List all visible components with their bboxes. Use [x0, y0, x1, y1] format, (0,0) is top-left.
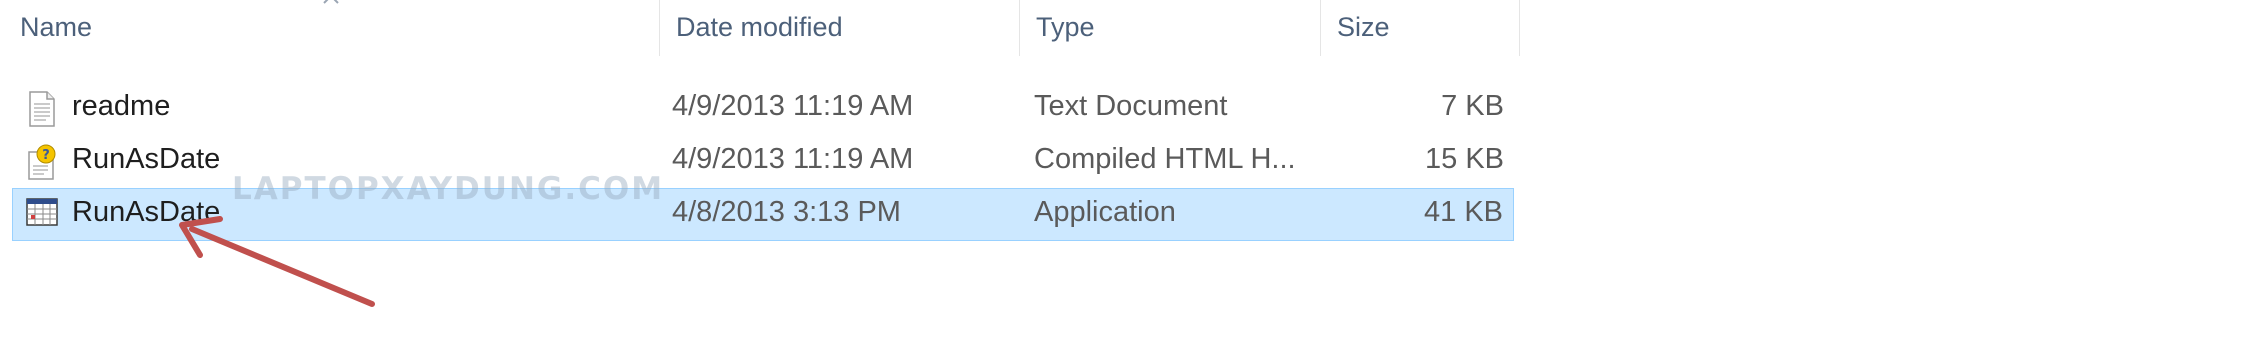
file-size: 15 KB	[1425, 143, 1504, 175]
file-date-modified: 4/9/2013 11:19 AM	[672, 143, 914, 175]
file-name: RunAsDate	[72, 143, 221, 175]
help-file-icon: ?	[28, 144, 56, 180]
file-date-modified: 4/8/2013 3:13 PM	[672, 196, 901, 228]
column-header-size[interactable]: Size	[1321, 0, 1520, 56]
file-date-modified: 4/9/2013 11:19 AM	[672, 90, 914, 122]
file-size: 41 KB	[1424, 196, 1503, 228]
application-icon	[26, 198, 58, 226]
sort-up-caret-icon	[323, 0, 339, 4]
file-type: Application	[1034, 196, 1176, 228]
file-row-runasdate-help[interactable]: ? RunAsDate 4/9/2013 11:19 AM Compiled H…	[12, 135, 1514, 188]
file-list: readme 4/9/2013 11:19 AM Text Document 7…	[12, 82, 1514, 241]
column-header-type[interactable]: Type	[1020, 0, 1321, 56]
file-type: Text Document	[1034, 90, 1228, 122]
file-type: Compiled HTML H...	[1034, 143, 1296, 175]
file-size: 7 KB	[1441, 90, 1504, 122]
column-header-date-modified[interactable]: Date modified	[660, 0, 1020, 56]
column-header-row: Name Date modified Type Size	[0, 0, 1520, 56]
file-list-pane: Name Date modified Type Size readme 4/9/…	[0, 0, 2246, 341]
file-row-runasdate-application[interactable]: RunAsDate 4/8/2013 3:13 PM Application 4…	[12, 188, 1514, 241]
file-row-readme[interactable]: readme 4/9/2013 11:19 AM Text Document 7…	[12, 82, 1514, 135]
text-document-icon	[29, 91, 55, 127]
column-header-name[interactable]: Name	[4, 0, 660, 56]
svg-text:?: ?	[42, 148, 50, 163]
file-name: RunAsDate	[72, 196, 221, 228]
file-name: readme	[72, 90, 171, 122]
